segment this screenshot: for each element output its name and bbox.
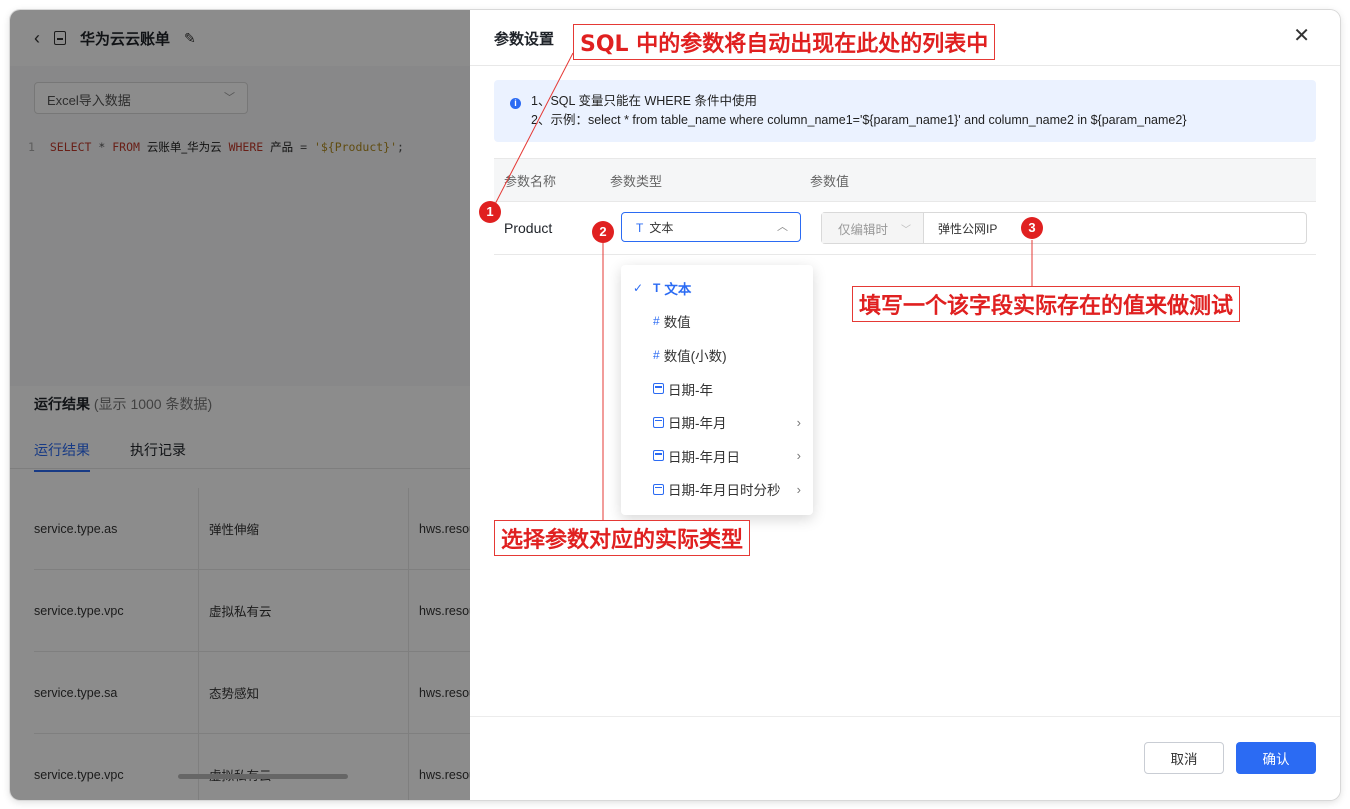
menu-item-label: 日期-年月日时分秒: [668, 483, 781, 499]
menu-item-label: 日期-年月日: [668, 449, 740, 465]
parameter-value-group: 仅编辑时 ﹀ 弹性公网IP: [821, 212, 1307, 244]
menu-item-date-year-month[interactable]: 日期-年月 ›: [621, 405, 813, 439]
annotation-marker-1: 1: [479, 201, 501, 223]
parameter-table: 参数名称 参数类型 参数值 Product T 文本 ︿ 仅编辑时 ﹀ 弹性公网I…: [494, 158, 1316, 255]
confirm-button[interactable]: 确认: [1236, 742, 1316, 774]
chevron-right-icon: ›: [796, 414, 801, 430]
annotation-note-3: 填写一个该字段实际存在的值来做测试: [852, 286, 1241, 322]
parameter-table-header: 参数名称 参数类型 参数值: [494, 158, 1316, 202]
drawer-title: 参数设置: [494, 31, 555, 48]
check-icon: ✓: [633, 280, 644, 295]
chevron-right-icon: ›: [796, 448, 801, 464]
menu-item-date-ymd[interactable]: 日期-年月日 ›: [621, 439, 813, 473]
calendar-icon: [653, 416, 664, 428]
chevron-right-icon: ›: [796, 481, 801, 497]
menu-item-datetime[interactable]: 日期-年月日时分秒 ›: [621, 473, 813, 507]
divider: [470, 716, 1340, 717]
annotation-note-2: 选择参数对应的实际类型: [494, 520, 751, 556]
parameter-row: Product T 文本 ︿ 仅编辑时 ﹀ 弹性公网IP: [494, 202, 1316, 255]
menu-item-label: 数值(小数): [663, 348, 727, 364]
info-icon: i: [510, 98, 521, 109]
column-header-value: 参数值: [810, 173, 850, 189]
hash-icon: #: [653, 347, 660, 362]
menu-item-date-year[interactable]: 日期-年: [621, 372, 813, 406]
column-header-type: 参数类型: [610, 173, 663, 189]
info-line-1: i 1、SQL 变量只能在 WHERE 条件中使用: [510, 92, 1300, 111]
cancel-button[interactable]: 取消: [1144, 742, 1224, 774]
menu-item-label: 日期-年: [668, 382, 713, 398]
value-mode-select[interactable]: 仅编辑时 ﹀: [822, 213, 924, 243]
info-text-1: 1、SQL 变量只能在 WHERE 条件中使用: [531, 94, 757, 108]
chevron-up-icon: ︿: [777, 221, 788, 233]
chevron-down-icon: ﹀: [901, 224, 911, 236]
annotation-note-1: SQL 中的参数将自动出现在此处的列表中: [573, 24, 996, 60]
type-dropdown-menu: ✓ T 文本 # 数值 # 数值(小数) 日期-年 日期-年月 › 日期-年月日…: [621, 265, 813, 515]
close-icon[interactable]: ✕: [1293, 26, 1310, 46]
text-type-icon: T: [636, 221, 644, 235]
calendar-icon: [653, 383, 664, 395]
parameter-type-select[interactable]: T 文本 ︿: [621, 212, 801, 242]
parameter-value-input[interactable]: 弹性公网IP: [924, 220, 997, 237]
text-type-icon: T: [653, 280, 661, 295]
hash-icon: #: [653, 314, 660, 329]
modal-overlay[interactable]: [10, 10, 470, 800]
info-banner: i 1、SQL 变量只能在 WHERE 条件中使用 2、示例：select * f…: [494, 80, 1316, 142]
divider: [470, 65, 1340, 66]
value-mode-label: 仅编辑时: [838, 222, 889, 237]
menu-item-label: 文本: [664, 281, 692, 297]
calendar-icon: [653, 450, 664, 462]
menu-item-text[interactable]: ✓ T 文本: [621, 271, 813, 305]
menu-item-decimal[interactable]: # 数值(小数): [621, 338, 813, 372]
parameter-type-value: 文本: [649, 221, 674, 235]
parameter-settings-drawer: 参数设置 ✕ i 1、SQL 变量只能在 WHERE 条件中使用 2、示例：sel…: [470, 10, 1340, 800]
menu-item-label: 数值: [663, 315, 691, 331]
calendar-icon: [653, 483, 664, 495]
app-window: ‹ 华为云云账单 ✎ Excel导入数据 ﹀ 1 SELECT * FROM 云…: [10, 10, 1340, 800]
column-header-name: 参数名称: [504, 173, 557, 189]
annotation-marker-3: 3: [1021, 217, 1043, 239]
annotation-marker-2: 2: [592, 221, 614, 243]
menu-item-label: 日期-年月: [668, 416, 727, 432]
menu-item-number[interactable]: # 数值: [621, 305, 813, 339]
sql-editor-page: ‹ 华为云云账单 ✎ Excel导入数据 ﹀ 1 SELECT * FROM 云…: [10, 10, 470, 800]
info-text-2: 2、示例：select * from table_name where colu…: [531, 113, 1187, 127]
